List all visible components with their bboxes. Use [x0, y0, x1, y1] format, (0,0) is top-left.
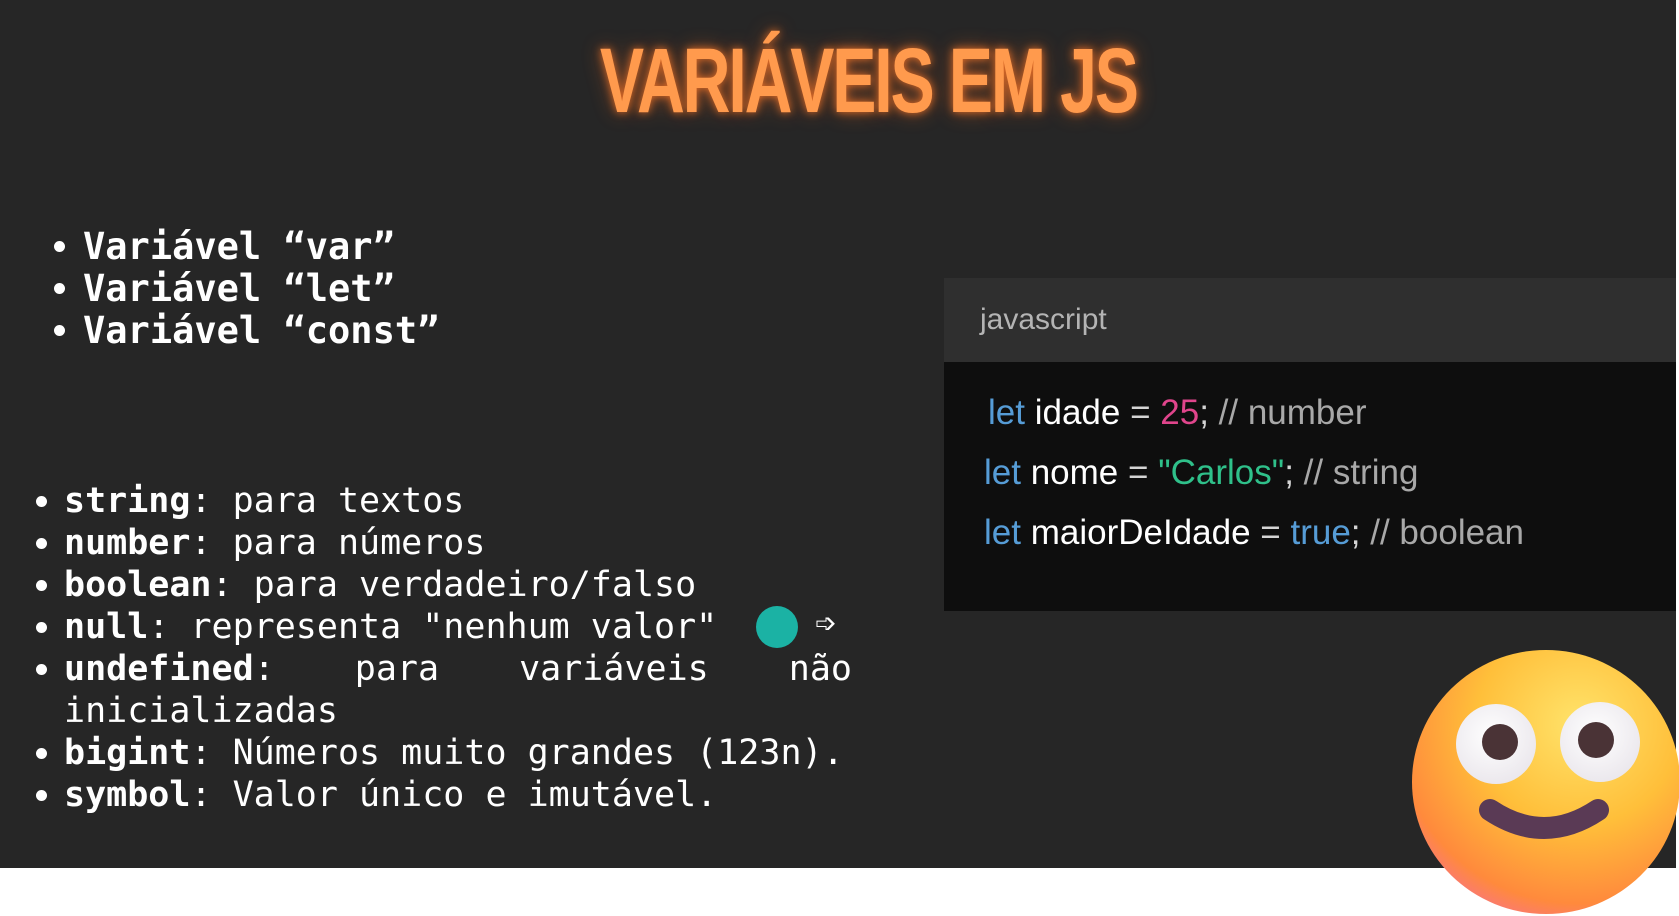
variable-kind-label: Variável “let”: [83, 267, 395, 310]
code-comment: // string: [1303, 453, 1419, 492]
list-item: string: para textos: [30, 480, 852, 522]
code-operator: =: [1128, 453, 1149, 492]
code-terminator: ;: [1199, 393, 1209, 432]
code-comment: // boolean: [1370, 513, 1524, 552]
bullet-icon: [54, 241, 65, 252]
slide-title: VARIÁVEIS EM JS: [599, 30, 1139, 132]
bullet-icon: [54, 325, 65, 336]
code-operator: =: [1130, 393, 1151, 432]
code-keyword: let: [984, 513, 1021, 552]
variable-kinds-list: Variável “var” Variável “let” Variável “…: [48, 226, 439, 352]
code-block-header: javascript: [944, 278, 1676, 362]
code-block-body: let idade = 25; // number let nome = "Ca…: [944, 362, 1676, 611]
list-item: Variável “let”: [48, 268, 439, 310]
pointer-arrow-icon: ➩: [815, 609, 837, 639]
code-line: let idade = 25; // number: [988, 392, 1367, 434]
type-description: : representa "nenhum valor": [148, 607, 718, 647]
variable-kind-label: Variável “var”: [83, 225, 395, 268]
code-identifier: idade: [1034, 393, 1121, 432]
variable-kind-label: Variável “const”: [83, 309, 440, 352]
code-terminator: ;: [1284, 453, 1294, 492]
list-item: Variável “const”: [48, 310, 439, 352]
code-line: let nome = "Carlos"; // string: [984, 452, 1418, 494]
list-item: null: representa "nenhum valor": [30, 606, 852, 648]
list-item: boolean: para verdadeiro/falso: [30, 564, 852, 606]
code-keyword: let: [984, 453, 1021, 492]
code-comment: // number: [1218, 393, 1367, 432]
type-name: symbol: [64, 775, 191, 815]
bullet-icon: [36, 622, 47, 633]
smiling-face-emoji-icon: [1412, 650, 1679, 914]
type-description: : Números muito grandes (123n).: [190, 733, 844, 773]
code-value: true: [1290, 513, 1351, 552]
type-name: string: [64, 481, 191, 521]
type-name: boolean: [64, 565, 212, 605]
list-item: bigint: Números muito grandes (123n).: [30, 732, 852, 774]
type-name: bigint: [64, 733, 191, 773]
type-description: : para verdadeiro/falso: [211, 565, 697, 605]
type-name: null: [64, 607, 149, 647]
bullet-icon: [36, 748, 47, 759]
list-item: number: para números: [30, 522, 852, 564]
type-name: number: [64, 523, 191, 563]
list-item: Variável “var”: [48, 226, 439, 268]
type-name: undefined: [64, 649, 254, 689]
bullet-icon: [54, 283, 65, 294]
bullet-icon: [36, 664, 47, 675]
bullet-icon: [36, 580, 47, 591]
code-value: 25: [1160, 393, 1200, 432]
bullet-icon: [36, 538, 47, 549]
type-description: : para textos: [190, 481, 465, 521]
type-description: : para números: [190, 523, 486, 563]
list-item: symbol: Valor único e imutável.: [30, 774, 852, 816]
code-identifier: nome: [1030, 453, 1119, 492]
code-line: let maiorDeIdade = true; // boolean: [984, 512, 1524, 554]
bullet-icon: [36, 790, 47, 801]
cursor-highlight: [756, 606, 798, 648]
data-types-list: string: para textos number: para números…: [30, 480, 852, 816]
code-block: javascript let idade = 25; // number let…: [944, 278, 1676, 611]
code-identifier: maiorDeIdade: [1030, 513, 1251, 552]
type-description: : Valor único e imutável.: [190, 775, 718, 815]
code-terminator: ;: [1350, 513, 1361, 552]
code-keyword: let: [988, 393, 1025, 432]
bullet-icon: [36, 496, 47, 507]
list-item: undefined: para variáveis não inicializa…: [30, 648, 852, 732]
code-language-label: javascript: [980, 303, 1107, 336]
code-operator: =: [1260, 513, 1281, 552]
code-value: "Carlos": [1158, 453, 1285, 492]
